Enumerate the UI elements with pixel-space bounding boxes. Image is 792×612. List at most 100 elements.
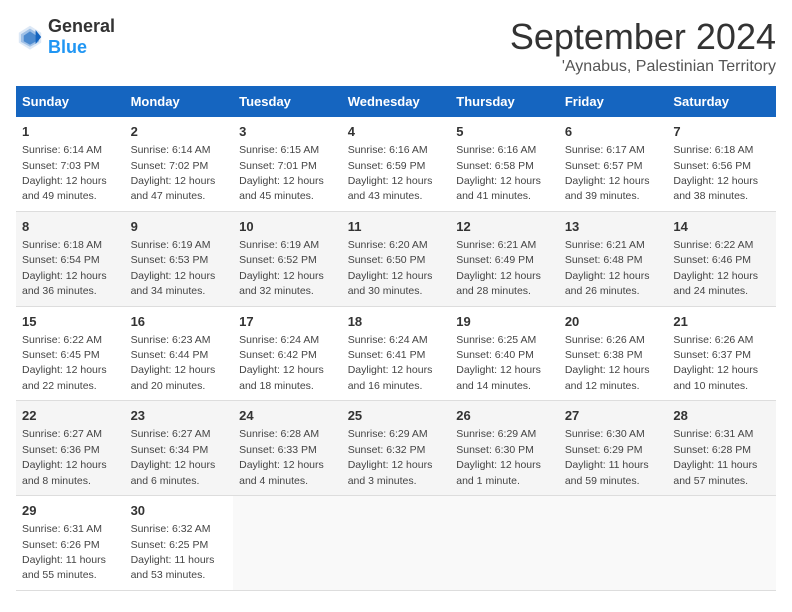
day-info: Sunrise: 6:22 AMSunset: 6:45 PMDaylight:… [22,334,107,392]
day-info: Sunrise: 6:26 AMSunset: 6:38 PMDaylight:… [565,334,650,392]
day-info: Sunrise: 6:14 AMSunset: 7:02 PMDaylight:… [131,144,216,202]
day-info: Sunrise: 6:19 AMSunset: 6:53 PMDaylight:… [131,239,216,297]
day-info: Sunrise: 6:24 AMSunset: 6:41 PMDaylight:… [348,334,433,392]
day-cell [559,496,668,591]
day-cell: 6 Sunrise: 6:17 AMSunset: 6:57 PMDayligh… [559,117,668,211]
day-number: 8 [22,218,119,236]
day-info: Sunrise: 6:18 AMSunset: 6:56 PMDaylight:… [673,144,758,202]
day-number: 14 [673,218,770,236]
day-cell: 2 Sunrise: 6:14 AMSunset: 7:02 PMDayligh… [125,117,234,211]
day-cell: 8 Sunrise: 6:18 AMSunset: 6:54 PMDayligh… [16,211,125,306]
day-cell: 12 Sunrise: 6:21 AMSunset: 6:49 PMDaylig… [450,211,559,306]
header-thursday: Thursday [450,86,559,117]
day-cell [450,496,559,591]
day-number: 20 [565,313,662,331]
day-cell: 9 Sunrise: 6:19 AMSunset: 6:53 PMDayligh… [125,211,234,306]
day-cell [342,496,451,591]
day-info: Sunrise: 6:15 AMSunset: 7:01 PMDaylight:… [239,144,324,202]
day-info: Sunrise: 6:31 AMSunset: 6:26 PMDaylight:… [22,523,106,581]
day-cell: 29 Sunrise: 6:31 AMSunset: 6:26 PMDaylig… [16,496,125,591]
week-row-2: 8 Sunrise: 6:18 AMSunset: 6:54 PMDayligh… [16,211,776,306]
day-info: Sunrise: 6:26 AMSunset: 6:37 PMDaylight:… [673,334,758,392]
day-number: 4 [348,123,445,141]
day-number: 7 [673,123,770,141]
day-number: 10 [239,218,336,236]
location-subtitle: 'Aynabus, Palestinian Territory [510,58,776,76]
day-cell: 15 Sunrise: 6:22 AMSunset: 6:45 PMDaylig… [16,306,125,401]
day-number: 18 [348,313,445,331]
day-info: Sunrise: 6:31 AMSunset: 6:28 PMDaylight:… [673,428,757,486]
day-cell: 27 Sunrise: 6:30 AMSunset: 6:29 PMDaylig… [559,401,668,496]
day-number: 12 [456,218,553,236]
day-cell: 28 Sunrise: 6:31 AMSunset: 6:28 PMDaylig… [667,401,776,496]
day-number: 16 [131,313,228,331]
header-row: SundayMondayTuesdayWednesdayThursdayFrid… [16,86,776,117]
day-number: 17 [239,313,336,331]
day-cell: 19 Sunrise: 6:25 AMSunset: 6:40 PMDaylig… [450,306,559,401]
day-number: 24 [239,407,336,425]
day-number: 9 [131,218,228,236]
day-number: 25 [348,407,445,425]
header-friday: Friday [559,86,668,117]
header-tuesday: Tuesday [233,86,342,117]
day-info: Sunrise: 6:25 AMSunset: 6:40 PMDaylight:… [456,334,541,392]
day-cell: 11 Sunrise: 6:20 AMSunset: 6:50 PMDaylig… [342,211,451,306]
calendar-table: SundayMondayTuesdayWednesdayThursdayFrid… [16,86,776,591]
day-info: Sunrise: 6:20 AMSunset: 6:50 PMDaylight:… [348,239,433,297]
day-info: Sunrise: 6:22 AMSunset: 6:46 PMDaylight:… [673,239,758,297]
day-number: 11 [348,218,445,236]
day-cell: 25 Sunrise: 6:29 AMSunset: 6:32 PMDaylig… [342,401,451,496]
day-info: Sunrise: 6:29 AMSunset: 6:32 PMDaylight:… [348,428,433,486]
week-row-4: 22 Sunrise: 6:27 AMSunset: 6:36 PMDaylig… [16,401,776,496]
day-cell: 14 Sunrise: 6:22 AMSunset: 6:46 PMDaylig… [667,211,776,306]
day-cell: 5 Sunrise: 6:16 AMSunset: 6:58 PMDayligh… [450,117,559,211]
day-cell: 24 Sunrise: 6:28 AMSunset: 6:33 PMDaylig… [233,401,342,496]
day-cell: 16 Sunrise: 6:23 AMSunset: 6:44 PMDaylig… [125,306,234,401]
title-area: September 2024 'Aynabus, Palestinian Ter… [510,16,776,76]
logo-text: General Blue [48,16,115,58]
logo-icon [16,23,44,51]
day-number: 3 [239,123,336,141]
day-number: 15 [22,313,119,331]
header-saturday: Saturday [667,86,776,117]
day-number: 1 [22,123,119,141]
header-wednesday: Wednesday [342,86,451,117]
day-cell: 13 Sunrise: 6:21 AMSunset: 6:48 PMDaylig… [559,211,668,306]
day-cell [233,496,342,591]
day-number: 2 [131,123,228,141]
day-info: Sunrise: 6:30 AMSunset: 6:29 PMDaylight:… [565,428,649,486]
day-cell: 3 Sunrise: 6:15 AMSunset: 7:01 PMDayligh… [233,117,342,211]
day-number: 26 [456,407,553,425]
day-cell: 21 Sunrise: 6:26 AMSunset: 6:37 PMDaylig… [667,306,776,401]
day-cell [667,496,776,591]
day-info: Sunrise: 6:27 AMSunset: 6:36 PMDaylight:… [22,428,107,486]
day-info: Sunrise: 6:23 AMSunset: 6:44 PMDaylight:… [131,334,216,392]
day-cell: 4 Sunrise: 6:16 AMSunset: 6:59 PMDayligh… [342,117,451,211]
header-sunday: Sunday [16,86,125,117]
calendar-header: SundayMondayTuesdayWednesdayThursdayFrid… [16,86,776,117]
day-number: 19 [456,313,553,331]
logo-general: General [48,16,115,36]
day-cell: 30 Sunrise: 6:32 AMSunset: 6:25 PMDaylig… [125,496,234,591]
day-info: Sunrise: 6:27 AMSunset: 6:34 PMDaylight:… [131,428,216,486]
day-info: Sunrise: 6:21 AMSunset: 6:48 PMDaylight:… [565,239,650,297]
day-info: Sunrise: 6:18 AMSunset: 6:54 PMDaylight:… [22,239,107,297]
week-row-5: 29 Sunrise: 6:31 AMSunset: 6:26 PMDaylig… [16,496,776,591]
day-info: Sunrise: 6:19 AMSunset: 6:52 PMDaylight:… [239,239,324,297]
day-info: Sunrise: 6:21 AMSunset: 6:49 PMDaylight:… [456,239,541,297]
day-info: Sunrise: 6:32 AMSunset: 6:25 PMDaylight:… [131,523,215,581]
logo-blue: Blue [48,37,87,57]
day-info: Sunrise: 6:17 AMSunset: 6:57 PMDaylight:… [565,144,650,202]
day-info: Sunrise: 6:29 AMSunset: 6:30 PMDaylight:… [456,428,541,486]
day-info: Sunrise: 6:28 AMSunset: 6:33 PMDaylight:… [239,428,324,486]
day-info: Sunrise: 6:16 AMSunset: 6:58 PMDaylight:… [456,144,541,202]
day-number: 27 [565,407,662,425]
day-info: Sunrise: 6:24 AMSunset: 6:42 PMDaylight:… [239,334,324,392]
day-number: 29 [22,502,119,520]
day-cell: 26 Sunrise: 6:29 AMSunset: 6:30 PMDaylig… [450,401,559,496]
day-cell: 7 Sunrise: 6:18 AMSunset: 6:56 PMDayligh… [667,117,776,211]
day-cell: 20 Sunrise: 6:26 AMSunset: 6:38 PMDaylig… [559,306,668,401]
month-title: September 2024 [510,16,776,58]
header-monday: Monday [125,86,234,117]
page-header: General Blue September 2024 'Aynabus, Pa… [16,16,776,76]
